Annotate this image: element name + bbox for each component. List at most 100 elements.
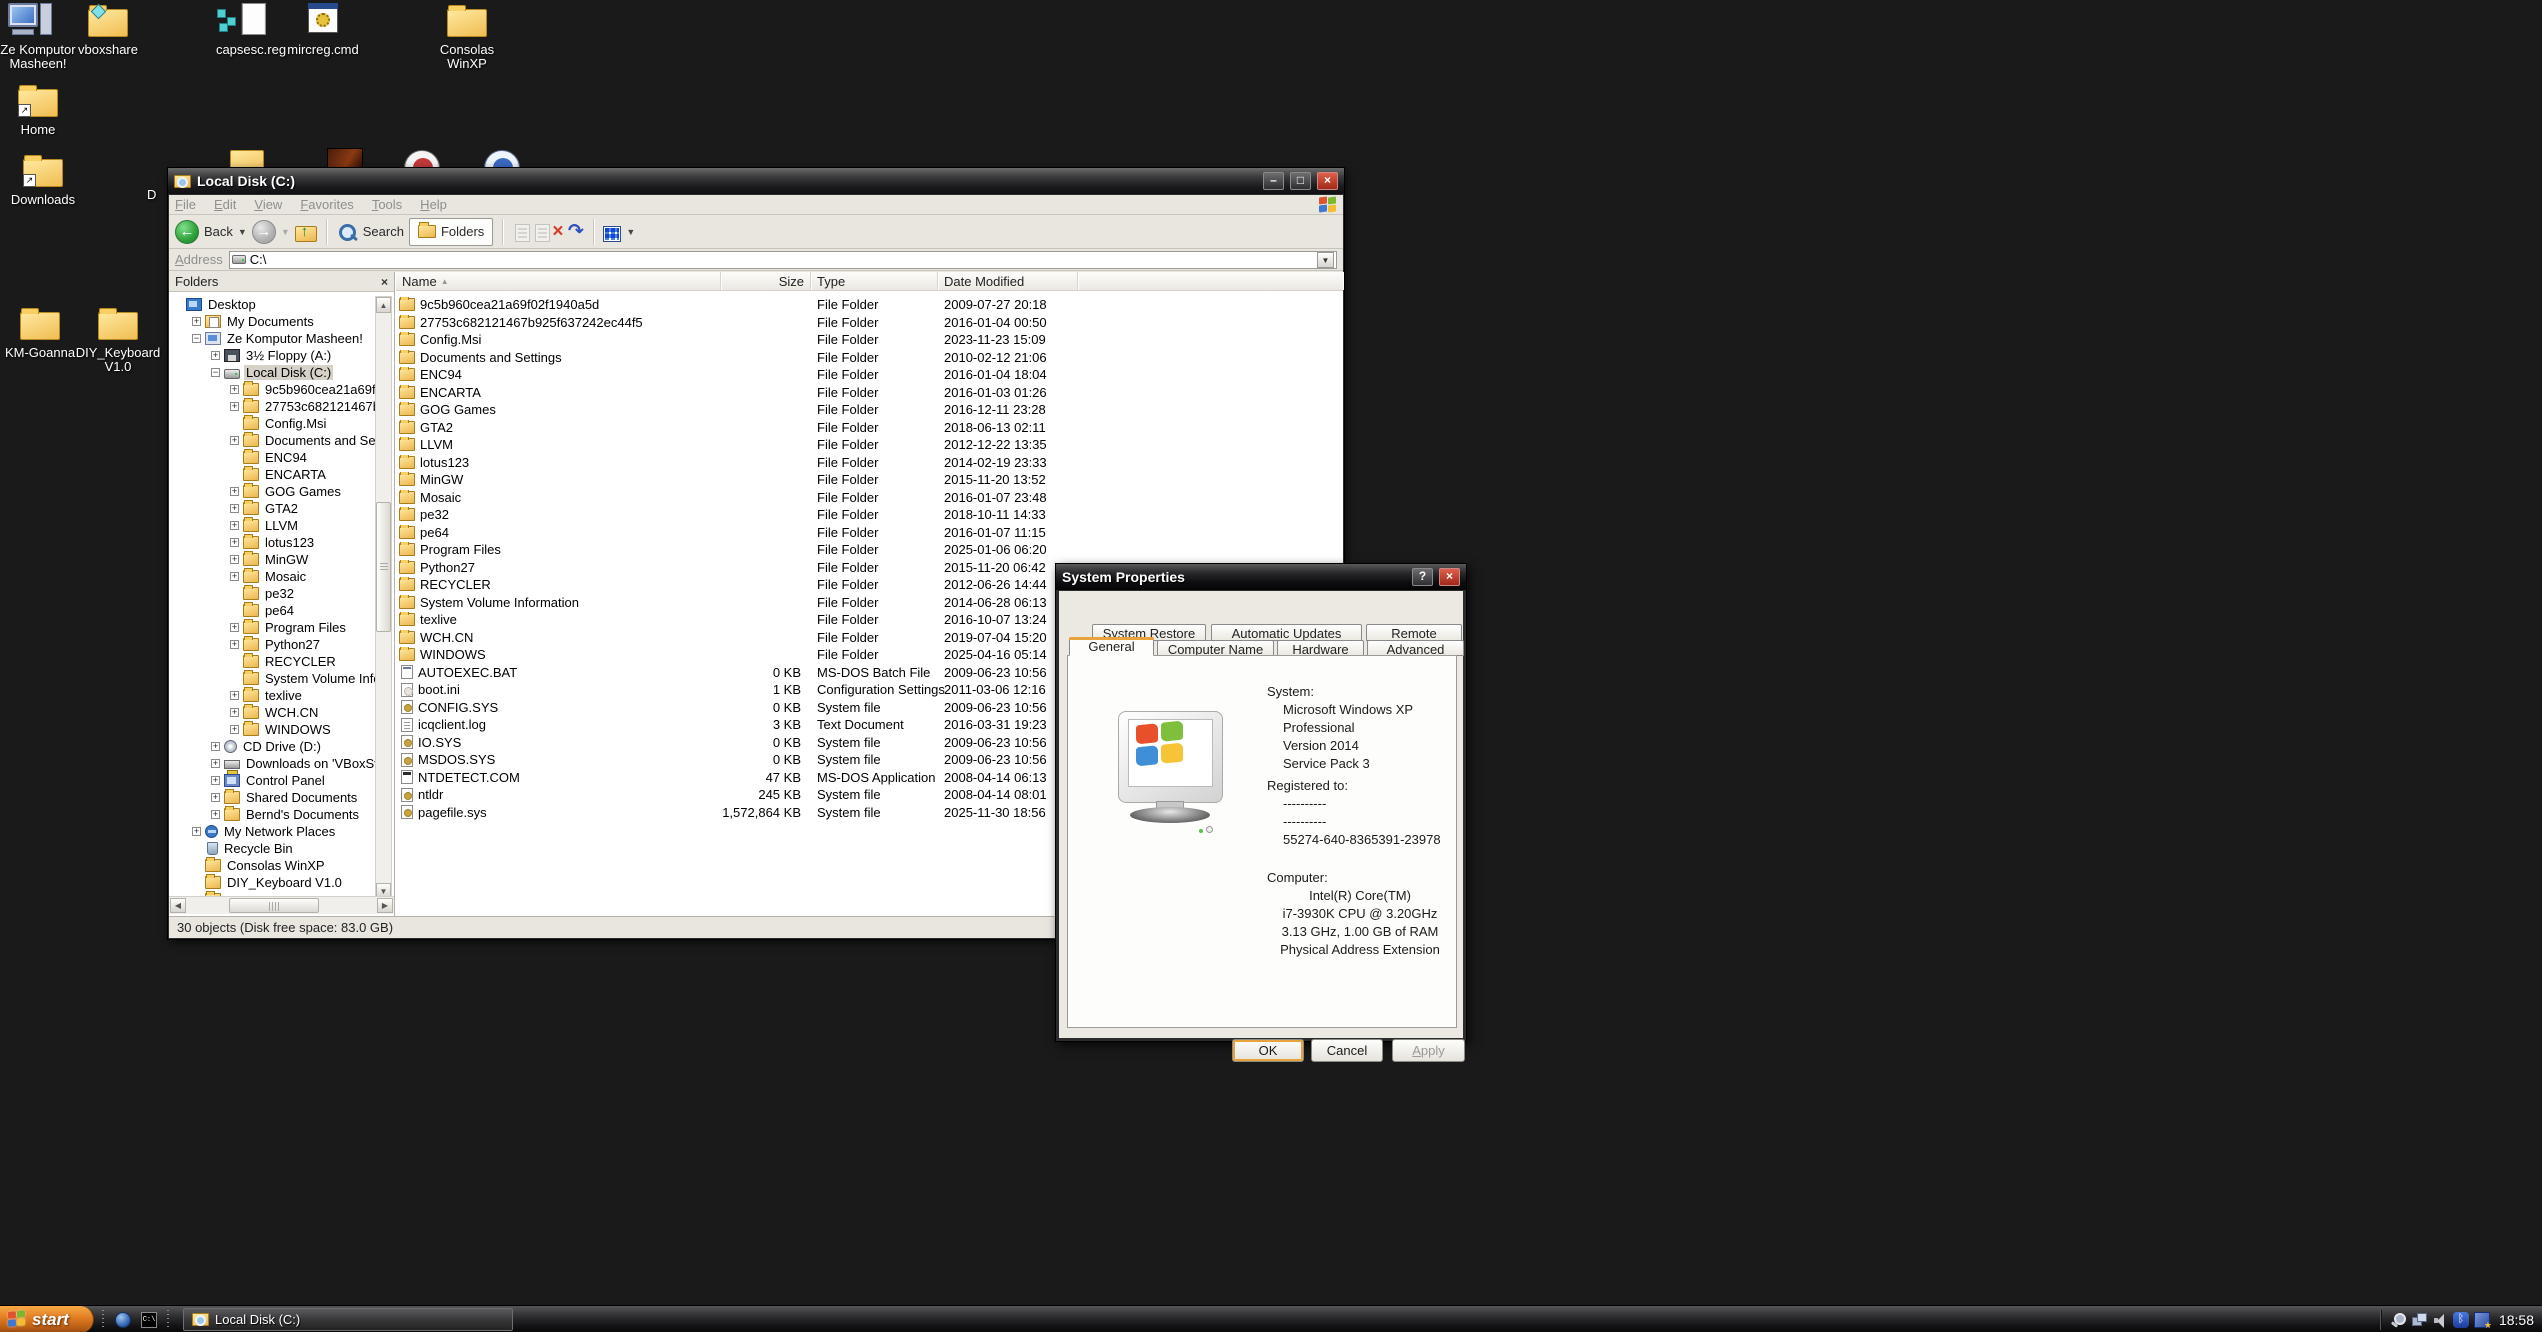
tree-item-label[interactable]: texlive xyxy=(263,688,304,703)
magnifier-tray-icon[interactable] xyxy=(2390,1312,2406,1328)
tree-expander-icon[interactable]: + xyxy=(230,487,239,496)
file-row[interactable]: ENCARTAFile Folder2016-01-03 01:26 xyxy=(396,384,1343,402)
tree-expander-icon[interactable]: + xyxy=(230,708,239,717)
search-icon[interactable] xyxy=(336,222,358,242)
tree-item[interactable]: +My Network Places xyxy=(169,823,375,840)
tree-item-label[interactable]: GTA2 xyxy=(263,501,300,516)
start-button[interactable]: start xyxy=(0,1306,94,1332)
tree-item-label[interactable]: 9c5b960cea21a69f02f1940a5d xyxy=(263,382,375,397)
desktop-icon-ze-komputor-masheen-[interactable]: Ze KomputorMasheen! xyxy=(0,3,76,71)
menu-item-tools[interactable]: Tools xyxy=(372,197,402,212)
quick-launch-handle[interactable] xyxy=(101,1310,106,1329)
tree-item-label[interactable]: System Volume Information xyxy=(263,671,375,686)
menu-item-favorites[interactable]: Favorites xyxy=(300,197,353,212)
tree-expander-icon[interactable]: − xyxy=(211,368,220,377)
tree-item-label[interactable]: Program Files xyxy=(263,620,348,635)
tree-expander-icon[interactable]: + xyxy=(211,742,220,751)
tree-expander-icon[interactable]: + xyxy=(230,402,239,411)
file-row[interactable]: 9c5b960cea21a69f02f1940a5dFile Folder200… xyxy=(396,296,1343,314)
tree-item-label[interactable]: Python27 xyxy=(263,637,322,652)
folders-pane-close-icon[interactable]: × xyxy=(381,275,388,289)
file-row[interactable]: 27753c682121467b925f637242ec44f5File Fol… xyxy=(396,314,1343,332)
delete-button[interactable]: × xyxy=(552,222,563,242)
forward-dropdown-icon[interactable]: ▼ xyxy=(281,227,290,237)
tree-item-label[interactable]: WCH.CN xyxy=(263,705,320,720)
file-row[interactable]: Documents and SettingsFile Folder2010-02… xyxy=(396,349,1343,367)
menu-item-edit[interactable]: Edit xyxy=(214,197,236,212)
desktop-icon-home[interactable]: Home xyxy=(0,83,76,137)
tree-item[interactable]: +GOG Games xyxy=(169,483,375,500)
column-size[interactable]: Size xyxy=(721,272,811,290)
tree-item-label[interactable]: CD Drive (D:) xyxy=(241,739,323,754)
tree-item-label[interactable]: DIY_Keyboard V1.0 xyxy=(225,875,344,890)
tree-item[interactable]: +Downloads on 'VBoxSvr' (Z:) xyxy=(169,755,375,772)
tree-item-label[interactable]: My Documents xyxy=(225,314,316,329)
tree-item-label[interactable]: Local Disk (C:) xyxy=(244,365,333,380)
taskbar-task-local-disk[interactable]: Local Disk (C:) xyxy=(183,1308,513,1331)
tree-horizontal-scrollbar[interactable]: ◀ ▶ xyxy=(169,896,394,914)
tab-computer-name[interactable]: Computer Name xyxy=(1157,640,1274,656)
tree-item[interactable]: +lotus123 xyxy=(169,534,375,551)
file-row[interactable]: LLVMFile Folder2012-12-22 13:35 xyxy=(396,436,1343,454)
menu-item-view[interactable]: View xyxy=(254,197,282,212)
tree-item-label[interactable]: ENC94 xyxy=(263,450,309,465)
tree-expander-icon[interactable]: − xyxy=(192,334,201,343)
desktop-icon-vboxshare[interactable]: vboxshare xyxy=(70,3,146,57)
bluetooth-tray-icon[interactable]: ᛒ xyxy=(2453,1312,2469,1328)
tree-item[interactable]: Consolas WinXP xyxy=(169,857,375,874)
tree-item-label[interactable]: 27753c682121467b925f637242ec44f5 xyxy=(263,399,375,414)
desktop-icon-diy-keyboard-v1-0[interactable]: DIY_KeyboardV1.0 xyxy=(72,306,164,374)
tree-item-label[interactable]: WINDOWS xyxy=(263,722,333,737)
cancel-button[interactable]: Cancel xyxy=(1311,1039,1383,1062)
tree-item[interactable]: + CD Drive (D:) xyxy=(169,738,375,755)
tree-item[interactable]: +GTA2 xyxy=(169,500,375,517)
file-row[interactable]: pe32File Folder2018-10-11 14:33 xyxy=(396,506,1343,524)
folders-button[interactable]: Folders xyxy=(409,218,493,246)
tree-item-label[interactable]: 3½ Floppy (A:) xyxy=(244,348,333,363)
tree-expander-icon[interactable]: + xyxy=(230,640,239,649)
desktop-icon-mircreg-cmd[interactable]: mircreg.cmd xyxy=(277,3,369,57)
dialog-close-button[interactable]: × xyxy=(1439,568,1460,586)
tab-advanced[interactable]: Advanced xyxy=(1367,640,1464,656)
file-row[interactable]: lotus123File Folder2014-02-19 23:33 xyxy=(396,454,1343,472)
tab-automatic-updates[interactable]: Automatic Updates xyxy=(1211,624,1362,641)
tree-item[interactable]: +9c5b960cea21a69f02f1940a5d xyxy=(169,381,375,398)
tree-item[interactable]: + Program Files xyxy=(169,619,375,636)
tab-remote[interactable]: Remote xyxy=(1366,624,1462,641)
scroll-left-icon[interactable]: ◀ xyxy=(170,898,186,913)
tree-item[interactable]: Recycle Bin xyxy=(169,840,375,857)
tree-item[interactable]: +My Documents xyxy=(169,313,375,330)
tree-item-label[interactable]: Consolas WinXP xyxy=(225,858,327,873)
dialog-titlebar[interactable]: System Properties ? × xyxy=(1056,564,1466,590)
explorer-titlebar[interactable]: Local Disk (C:) – □ × xyxy=(168,168,1344,194)
tree-item[interactable]: + texlive xyxy=(169,687,375,704)
tree-item[interactable]: +LLVM xyxy=(169,517,375,534)
tree-expander-icon[interactable]: + xyxy=(230,436,239,445)
scroll-thumb[interactable] xyxy=(229,898,319,913)
forward-button[interactable]: → xyxy=(252,220,276,244)
scroll-right-icon[interactable]: ▶ xyxy=(377,898,393,913)
tree-item[interactable]: +MinGW xyxy=(169,551,375,568)
tree-expander-icon[interactable]: + xyxy=(230,572,239,581)
file-row[interactable]: Program FilesFile Folder2025-01-06 06:20 xyxy=(396,541,1343,559)
tree-expander-icon[interactable]: + xyxy=(230,623,239,632)
tree-expander-icon[interactable]: + xyxy=(230,538,239,547)
desktop-icon-consolas-winxp[interactable]: ConsolasWinXP xyxy=(424,3,510,71)
tree-item-label[interactable]: Bernd's Documents xyxy=(244,807,361,822)
views-button[interactable] xyxy=(603,226,621,242)
tree-expander-icon[interactable]: + xyxy=(230,555,239,564)
tree-item[interactable]: RECYCLER xyxy=(169,653,375,670)
menu-item-file[interactable]: File xyxy=(175,197,196,212)
file-row[interactable]: ENC94File Folder2016-01-04 18:04 xyxy=(396,366,1343,384)
volume-tray-icon[interactable] xyxy=(2432,1312,2448,1328)
file-row[interactable]: GOG GamesFile Folder2016-12-11 23:28 xyxy=(396,401,1343,419)
tree-item-label[interactable]: Recycle Bin xyxy=(222,841,295,856)
tree-expander-icon[interactable]: + xyxy=(192,827,201,836)
tree-expander-icon[interactable]: + xyxy=(230,521,239,530)
tree-item[interactable]: − Local Disk (C:) xyxy=(169,364,375,381)
tree-item-label[interactable]: RECYCLER xyxy=(263,654,338,669)
file-row[interactable]: pe64File Folder2016-01-07 11:15 xyxy=(396,524,1343,542)
tree-expander-icon[interactable]: + xyxy=(230,691,239,700)
tree-item-label[interactable]: Shared Documents xyxy=(244,790,359,805)
browser-quick-launch-icon[interactable] xyxy=(115,1312,131,1328)
